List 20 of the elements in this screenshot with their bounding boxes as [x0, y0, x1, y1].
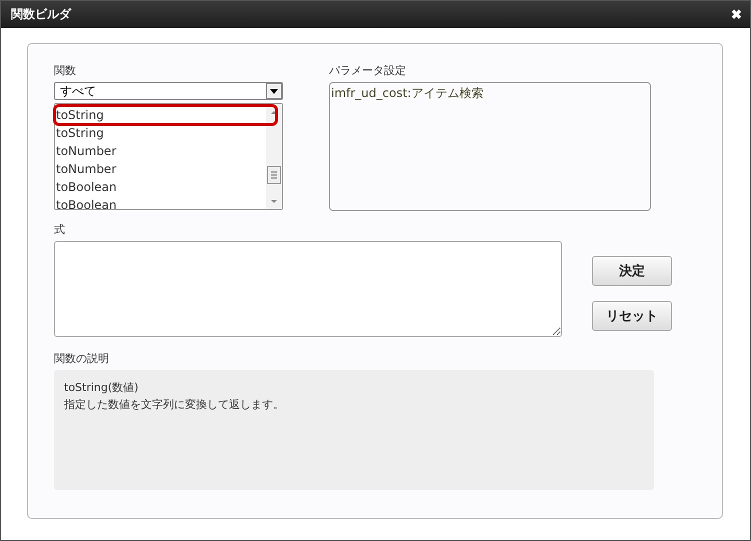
action-button[interactable]: 決定 [592, 256, 672, 286]
scrollbar[interactable] [266, 104, 282, 209]
field-label: パラメータ設定 [329, 64, 407, 78]
field-label: 式 [54, 223, 66, 237]
close-button[interactable]: ✖ [731, 7, 742, 22]
list-item[interactable]: toBoolean [55, 178, 266, 196]
field-label: 関数 [54, 64, 77, 78]
expression-field[interactable] [54, 241, 562, 337]
description-text: 指定した数値を文字列に変換して返します。 [64, 397, 285, 412]
list-item[interactable]: toString [55, 106, 276, 124]
parameter-field[interactable]: imfr_ud_cost:アイテム検索 [329, 82, 651, 211]
action-button[interactable]: リセット [592, 301, 672, 331]
list-item[interactable]: toNumber [55, 142, 266, 160]
list-item[interactable]: toNumber [55, 160, 266, 178]
function-list[interactable]: toString toString toNumber toNumber toBoolean toBoolean [54, 103, 283, 210]
list-item[interactable]: toString [55, 124, 266, 142]
category-dropdown[interactable]: すべて [54, 82, 283, 100]
field-label: 関数の説明 [54, 352, 110, 366]
function-signature: toString(数値) [64, 380, 140, 395]
window-title: 関数ビルダ [11, 6, 71, 23]
